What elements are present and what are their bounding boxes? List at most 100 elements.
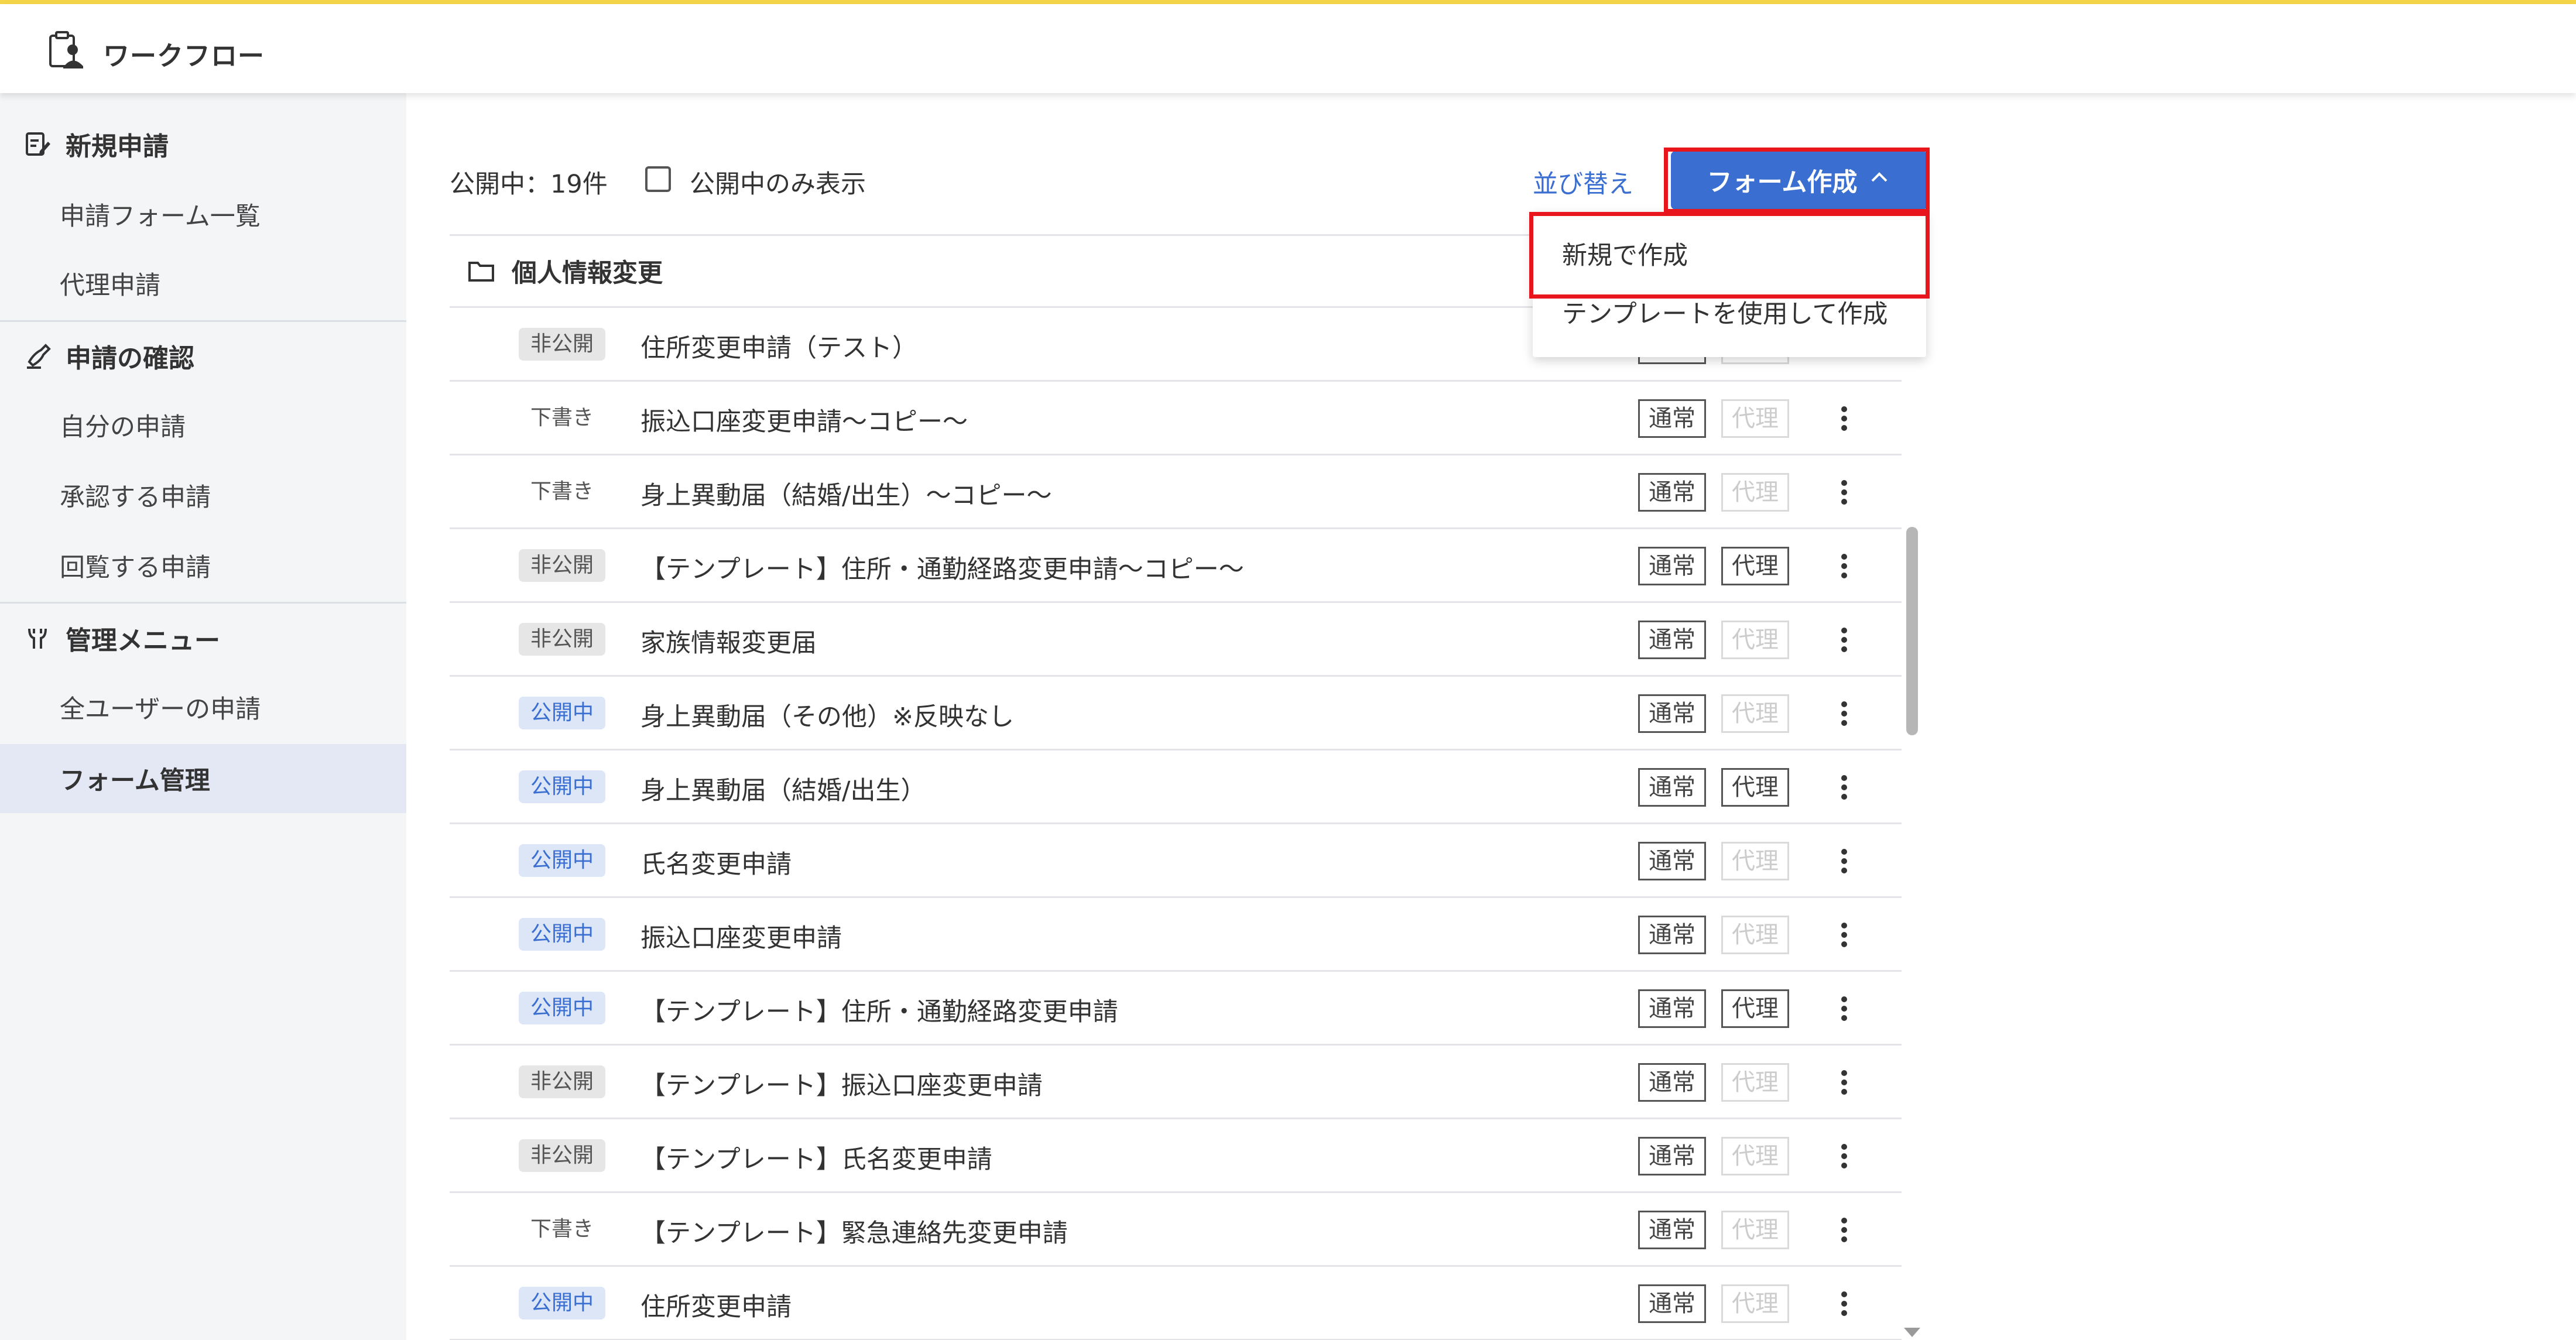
sidebar-item-my-applications[interactable]: 自分の申請 xyxy=(0,390,406,460)
form-row[interactable]: 公開中 身上異動届（その他）※反映なし 通常 代理 xyxy=(450,677,1902,750)
normal-tag: 通常 xyxy=(1638,842,1706,880)
status-badge: 下書き xyxy=(519,475,606,508)
sidebar-divider xyxy=(0,602,406,604)
normal-tag: 通常 xyxy=(1638,621,1706,659)
more-vert-icon[interactable] xyxy=(1831,989,1857,1028)
status-badge: 非公開 xyxy=(519,328,606,361)
proxy-tag: 代理 xyxy=(1721,399,1789,438)
form-title[interactable]: 氏名変更申請 xyxy=(640,844,792,880)
public-count: 公開中：19件 xyxy=(450,170,608,199)
proxy-tag: 代理 xyxy=(1721,547,1789,585)
normal-tag: 通常 xyxy=(1638,547,1706,585)
form-row[interactable]: 下書き 【テンプレート】緊急連絡先変更申請 通常 代理 xyxy=(450,1193,1902,1267)
sidebar-item-form-list[interactable]: 申請フォーム一覧 xyxy=(0,180,406,249)
more-vert-icon[interactable] xyxy=(1831,547,1857,585)
normal-tag: 通常 xyxy=(1638,694,1706,733)
sidebar-item-label: 代理申請 xyxy=(60,271,160,300)
more-vert-icon[interactable] xyxy=(1831,621,1857,659)
form-row[interactable]: 非公開 【テンプレート】氏名変更申請 通常 代理 xyxy=(450,1119,1902,1193)
form-row[interactable]: 公開中 【テンプレート】住所・通勤経路変更申請 通常 代理 xyxy=(450,972,1902,1046)
form-title[interactable]: 【テンプレート】氏名変更申請 xyxy=(640,1139,992,1176)
more-vert-icon[interactable] xyxy=(1831,1211,1857,1249)
form-list: 個人情報変更 非公開住所変更申請（テスト）通常代理下書き振込口座変更申請〜コピー… xyxy=(450,234,1902,1340)
hand-stamp-icon xyxy=(21,340,54,372)
status-badge: 公開中 xyxy=(519,918,606,951)
form-title[interactable]: 身上異動届（その他）※反映なし xyxy=(640,697,1014,733)
form-row[interactable]: 公開中 氏名変更申請 通常 代理 xyxy=(450,824,1902,898)
form-title[interactable]: 身上異動届（結婚/出生） xyxy=(640,770,926,807)
more-vert-icon[interactable] xyxy=(1831,1137,1857,1176)
proxy-tag: 代理 xyxy=(1721,1211,1789,1249)
more-vert-icon[interactable] xyxy=(1831,694,1857,733)
edit-form-icon xyxy=(21,128,54,160)
form-title[interactable]: 振込口座変更申請 xyxy=(640,918,842,954)
app-title: ワークフロー xyxy=(103,40,265,71)
normal-tag: 通常 xyxy=(1638,916,1706,954)
sidebar-item-label: フォーム管理 xyxy=(60,766,210,796)
more-vert-icon[interactable] xyxy=(1831,768,1857,807)
normal-tag: 通常 xyxy=(1638,399,1706,438)
form-row[interactable]: 下書き 身上異動届（結婚/出生）〜コピー〜 通常 代理 xyxy=(450,455,1902,529)
form-title[interactable]: 【テンプレート】振込口座変更申請 xyxy=(640,1065,1043,1102)
sidebar-divider xyxy=(0,320,406,322)
create-button-highlight xyxy=(1664,148,1930,213)
create-new-highlight xyxy=(1529,212,1930,299)
form-row[interactable]: 公開中 振込口座変更申請 通常 代理 xyxy=(450,898,1902,972)
form-row[interactable]: 下書き 振込口座変更申請〜コピー〜 通常 代理 xyxy=(450,382,1902,455)
sidebar: 新規申請 申請フォーム一覧 代理申請 申請の確認 自分の申請 承認する申請 回覧… xyxy=(0,93,406,1340)
form-title[interactable]: 住所変更申請 xyxy=(640,1287,792,1323)
proxy-tag: 代理 xyxy=(1721,473,1789,512)
sidebar-item-label: 回覧する申請 xyxy=(60,553,211,582)
proxy-tag: 代理 xyxy=(1721,1284,1789,1323)
more-vert-icon[interactable] xyxy=(1831,399,1857,438)
form-row[interactable]: 非公開 【テンプレート】振込口座変更申請 通常 代理 xyxy=(450,1046,1902,1119)
form-row[interactable]: 非公開 家族情報変更届 通常 代理 xyxy=(450,603,1902,677)
menu-item-create-from-template[interactable]: テンプレートを使用して作成 xyxy=(1562,294,1888,330)
form-title[interactable]: 【テンプレート】住所・通勤経路変更申請〜コピー〜 xyxy=(640,549,1244,585)
normal-tag: 通常 xyxy=(1638,473,1706,512)
sidebar-item-circulate-applications[interactable]: 回覧する申請 xyxy=(0,531,406,600)
sidebar-item-proxy-application[interactable]: 代理申請 xyxy=(0,249,406,318)
form-title[interactable]: 振込口座変更申請〜コピー〜 xyxy=(640,402,968,438)
form-title[interactable]: 身上異動届（結婚/出生）〜コピー〜 xyxy=(640,475,1052,512)
form-title[interactable]: 家族情報変更届 xyxy=(640,623,817,659)
status-badge: 非公開 xyxy=(519,1065,606,1098)
status-badge: 非公開 xyxy=(519,623,606,656)
sidebar-item-all-user-applications[interactable]: 全ユーザーの申請 xyxy=(0,673,406,742)
folder-icon xyxy=(467,256,498,286)
more-vert-icon[interactable] xyxy=(1831,473,1857,512)
proxy-tag: 代理 xyxy=(1721,989,1789,1028)
sidebar-item-form-management[interactable]: フォーム管理 xyxy=(0,744,406,813)
proxy-tag: 代理 xyxy=(1721,1063,1789,1102)
status-badge: 非公開 xyxy=(519,1139,606,1172)
status-badge: 非公開 xyxy=(519,549,606,582)
status-badge: 下書き xyxy=(519,402,606,434)
top-accent-line xyxy=(0,0,2576,4)
normal-tag: 通常 xyxy=(1638,1211,1706,1249)
form-title[interactable]: 【テンプレート】住所・通勤経路変更申請 xyxy=(640,992,1118,1028)
normal-tag: 通常 xyxy=(1638,768,1706,807)
normal-tag: 通常 xyxy=(1638,1284,1706,1323)
form-title[interactable]: 住所変更申請（テスト） xyxy=(640,328,917,364)
form-row[interactable]: 非公開 【テンプレート】住所・通勤経路変更申請〜コピー〜 通常 代理 xyxy=(450,529,1902,603)
more-vert-icon[interactable] xyxy=(1831,916,1857,954)
sort-link[interactable]: 並び替え xyxy=(1533,164,1633,200)
more-vert-icon[interactable] xyxy=(1831,1284,1857,1323)
sidebar-item-approve-applications[interactable]: 承認する申請 xyxy=(0,461,406,530)
form-title[interactable]: 【テンプレート】緊急連絡先変更申請 xyxy=(640,1213,1068,1249)
sidebar-section-application-check: 申請の確認 xyxy=(21,330,194,382)
proxy-tag: 代理 xyxy=(1721,1137,1789,1176)
form-row[interactable]: 公開中 住所変更申請 通常 代理 xyxy=(450,1267,1902,1340)
sidebar-item-label: 承認する申請 xyxy=(60,483,211,512)
public-only-label[interactable]: 公開中のみ表示 xyxy=(690,164,866,200)
more-vert-icon[interactable] xyxy=(1831,842,1857,880)
scrollbar-thumb[interactable] xyxy=(1906,527,1918,735)
form-row[interactable]: 公開中 身上異動届（結婚/出生） 通常 代理 xyxy=(450,750,1902,824)
scroll-down-arrow[interactable] xyxy=(1904,1328,1920,1337)
more-vert-icon[interactable] xyxy=(1831,1063,1857,1102)
public-only-checkbox[interactable] xyxy=(645,166,671,192)
sidebar-section-new-application: 新規申請 xyxy=(21,118,169,170)
sidebar-section-admin-menu: 管理メニュー xyxy=(21,612,220,664)
tools-icon xyxy=(21,622,54,654)
normal-tag: 通常 xyxy=(1638,1063,1706,1102)
